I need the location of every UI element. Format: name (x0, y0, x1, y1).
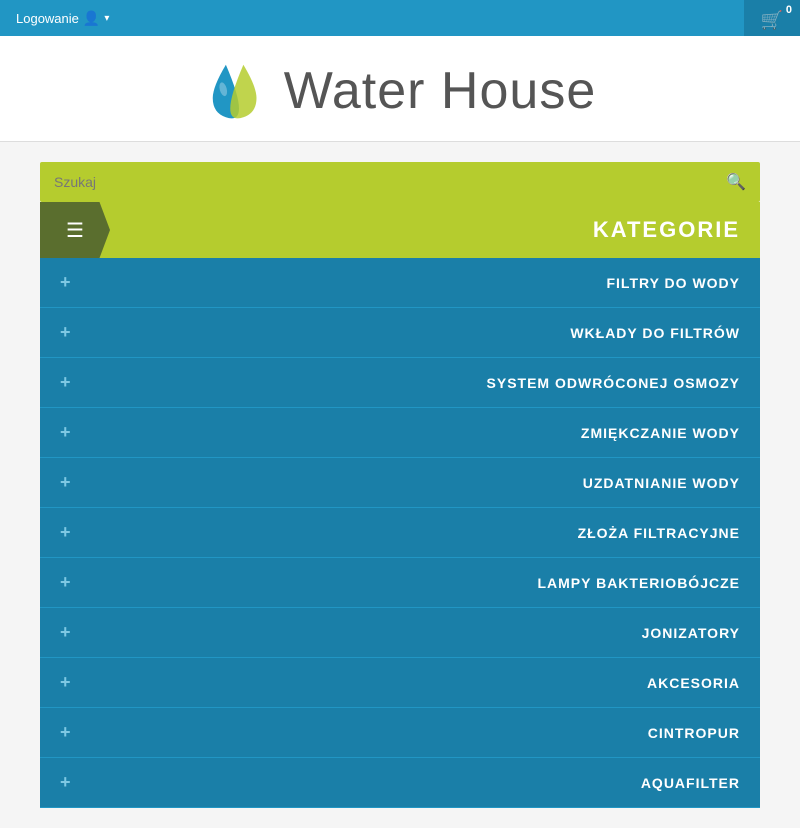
category-item-label: ZŁOŻA FILTRACYJNE (578, 525, 740, 541)
list-item[interactable]: + ZMIĘKCZANIE WODY (40, 408, 760, 458)
list-item[interactable]: + UZDATNIANIE WODY (40, 458, 760, 508)
list-item[interactable]: + CINTROPUR (40, 708, 760, 758)
list-item[interactable]: + ZŁOŻA FILTRACYJNE (40, 508, 760, 558)
list-item[interactable]: + WKŁADY DO FILTRÓW (40, 308, 760, 358)
search-input[interactable] (40, 164, 712, 200)
category-header: ☰ KATEGORIE (40, 202, 760, 258)
list-item[interactable]: + JONIZATORY (40, 608, 760, 658)
main-content: 🔍 ☰ KATEGORIE + FILTRY DO WODY + WKŁADY … (0, 142, 800, 828)
logo-area: Water House (0, 36, 800, 142)
category-title: KATEGORIE (593, 217, 740, 243)
logo-icon (204, 56, 274, 126)
person-icon: 👤 (83, 10, 100, 27)
hamburger-button[interactable]: ☰ (40, 202, 110, 258)
category-item-label: AKCESORIA (647, 675, 740, 691)
login-button[interactable]: Logowanie 👤 ▾ (0, 10, 109, 27)
category-item-label: LAMPY BAKTERIOBÓJCZE (537, 575, 740, 591)
search-icon: 🔍 (726, 174, 746, 191)
expand-icon: + (60, 772, 71, 793)
category-item-label: AQUAFILTER (641, 775, 740, 791)
list-item[interactable]: + FILTRY DO WODY (40, 258, 760, 308)
category-item-label: SYSTEM ODWRÓCONEJ OSMOZY (487, 375, 740, 391)
search-bar: 🔍 (40, 162, 760, 202)
category-section: ☰ KATEGORIE + FILTRY DO WODY + WKŁADY DO… (40, 202, 760, 808)
category-item-label: FILTRY DO WODY (606, 275, 740, 291)
cart-icon: 🛒 (761, 10, 783, 31)
expand-icon: + (60, 572, 71, 593)
category-item-label: ZMIĘKCZANIE WODY (581, 425, 740, 441)
list-item[interactable]: + SYSTEM ODWRÓCONEJ OSMOZY (40, 358, 760, 408)
category-item-label: UZDATNIANIE WODY (583, 475, 740, 491)
cart-button[interactable]: 0 🛒 (744, 0, 800, 36)
expand-icon: + (60, 672, 71, 693)
list-item[interactable]: + AQUAFILTER (40, 758, 760, 808)
expand-icon: + (60, 372, 71, 393)
expand-icon: + (60, 522, 71, 543)
expand-icon: + (60, 622, 71, 643)
top-bar: Logowanie 👤 ▾ 0 🛒 (0, 0, 800, 36)
search-button[interactable]: 🔍 (712, 162, 760, 202)
dropdown-caret-icon: ▾ (104, 13, 109, 24)
expand-icon: + (60, 322, 71, 343)
hamburger-icon: ☰ (66, 218, 84, 243)
logo-text: Water House (284, 61, 597, 121)
expand-icon: + (60, 722, 71, 743)
list-item[interactable]: + AKCESORIA (40, 658, 760, 708)
category-item-label: CINTROPUR (648, 725, 740, 741)
cart-badge: 0 (786, 4, 792, 16)
category-item-label: JONIZATORY (642, 625, 740, 641)
expand-icon: + (60, 422, 71, 443)
login-label: Logowanie (16, 11, 79, 26)
category-list: + FILTRY DO WODY + WKŁADY DO FILTRÓW + S… (40, 258, 760, 808)
list-item[interactable]: + LAMPY BAKTERIOBÓJCZE (40, 558, 760, 608)
expand-icon: + (60, 272, 71, 293)
expand-icon: + (60, 472, 71, 493)
category-item-label: WKŁADY DO FILTRÓW (570, 325, 740, 341)
